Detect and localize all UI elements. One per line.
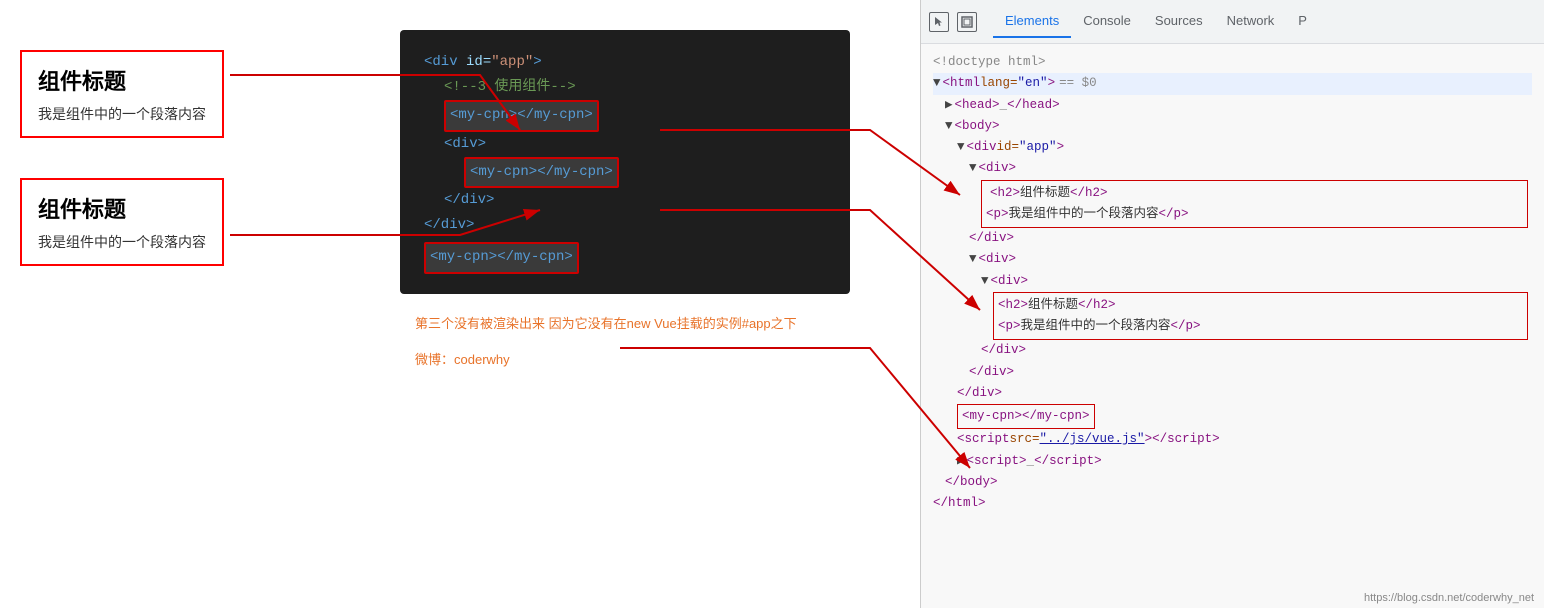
- box-icon[interactable]: [957, 12, 977, 32]
- tab-network[interactable]: Network: [1215, 5, 1287, 38]
- devtools-panel: Elements Console Sources Network P <!doc…: [920, 0, 1544, 608]
- devtools-tabs: Elements Console Sources Network P: [921, 0, 1544, 44]
- dt-row-script-inline: ▶ <script> _ </script>: [933, 451, 1532, 472]
- devtools-icon-group: [929, 12, 977, 32]
- dt-row-div1: ▼ <div>: [933, 158, 1532, 179]
- dt-row-script-src: <script src= "../js/vue.js" ></script>: [933, 429, 1532, 450]
- component-box-1: 组件标题 我是组件中的一个段落内容: [20, 50, 224, 138]
- code-line-3: <my-cpn></my-cpn>: [424, 100, 826, 131]
- dt-row-p-1: <p> 我是组件中的一个段落内容 </p>: [986, 204, 1523, 225]
- code-line-4: <div>: [424, 132, 826, 157]
- dt-row-div-app: ▼ <div id="app" >: [933, 137, 1532, 158]
- devtools-content: <!doctype html> ▼ <html lang="en" > == $…: [921, 44, 1544, 608]
- code-line-2: <!--3.使用组件-->: [424, 75, 826, 100]
- tab-elements[interactable]: Elements: [993, 5, 1071, 38]
- highlight-cpn-3: <my-cpn></my-cpn>: [424, 242, 579, 273]
- code-line-8: <my-cpn></my-cpn>: [424, 242, 826, 273]
- dt-row-div2-outer: ▼ <div>: [933, 249, 1532, 270]
- annotation-line: 第三个没有被渲染出来 因为它没有在new Vue挂载的实例#app之下: [415, 314, 835, 335]
- tab-console[interactable]: Console: [1071, 5, 1143, 38]
- dt-row-html: ▼ <html lang="en" > == $0: [933, 73, 1532, 94]
- left-panel: 组件标题 我是组件中的一个段落内容 组件标题 我是组件中的一个段落内容: [0, 0, 330, 608]
- dt-box-mycpn: <my-cpn></my-cpn>: [957, 404, 1095, 429]
- component-desc-1: 我是组件中的一个段落内容: [38, 104, 206, 124]
- tab-more[interactable]: P: [1286, 5, 1319, 38]
- highlight-cpn-1: <my-cpn></my-cpn>: [444, 100, 599, 131]
- code-line-1: <div id="app">: [424, 50, 826, 75]
- code-editor: <div id="app"> <!--3.使用组件--> <my-cpn></m…: [400, 30, 850, 294]
- component-box-2: 组件标题 我是组件中的一个段落内容: [20, 178, 224, 266]
- cursor-icon[interactable]: [929, 12, 949, 32]
- dt-row-div2-inner: ▼ <div>: [933, 271, 1532, 292]
- tab-sources[interactable]: Sources: [1143, 5, 1215, 38]
- dt-row-div2-outer-close: </div>: [933, 362, 1532, 383]
- dt-row-h2-1: <h2> 组件标题 </h2>: [986, 183, 1523, 204]
- dt-row-html-close: </html>: [933, 493, 1532, 514]
- dt-row-div1-close: </div>: [933, 228, 1532, 249]
- dt-row-p-2: <p> 我是组件中的一个段落内容 </p>: [998, 316, 1523, 337]
- highlight-cpn-2: <my-cpn></my-cpn>: [464, 157, 619, 188]
- component-title-1: 组件标题: [38, 64, 206, 96]
- dt-row-body-close: </body>: [933, 472, 1532, 493]
- bottom-url: https://blog.csdn.net/coderwhy_net: [1364, 592, 1534, 604]
- dt-box-1: <h2> 组件标题 </h2> <p> 我是组件中的一个段落内容 </p>: [981, 180, 1528, 229]
- annotation-text: 第三个没有被渲染出来 因为它没有在new Vue挂载的实例#app之下 微博：c…: [415, 314, 835, 372]
- code-line-7: </div>: [424, 213, 826, 238]
- dt-row-body: ▼ <body>: [933, 116, 1532, 137]
- code-panel: <div id="app"> <!--3.使用组件--> <my-cpn></m…: [330, 0, 920, 608]
- dt-box-2: <h2> 组件标题 </h2> <p> 我是组件中的一个段落内容 </p>: [993, 292, 1528, 341]
- dt-row-doctype: <!doctype html>: [933, 52, 1532, 73]
- code-line-5: <my-cpn></my-cpn>: [424, 157, 826, 188]
- component-title-2: 组件标题: [38, 192, 206, 224]
- component-desc-2: 我是组件中的一个段落内容: [38, 232, 206, 252]
- dt-row-mycpn: <my-cpn></my-cpn>: [933, 404, 1532, 429]
- dt-row-div2-inner-close: </div>: [933, 340, 1532, 361]
- code-line-6: </div>: [424, 188, 826, 213]
- dt-row-h2-2: <h2> 组件标题 </h2>: [998, 295, 1523, 316]
- dt-row-divapp-close: </div>: [933, 383, 1532, 404]
- dt-row-head: ▶ <head> _ </head>: [933, 95, 1532, 116]
- weibo-text: 微博：coderwhy: [415, 350, 835, 371]
